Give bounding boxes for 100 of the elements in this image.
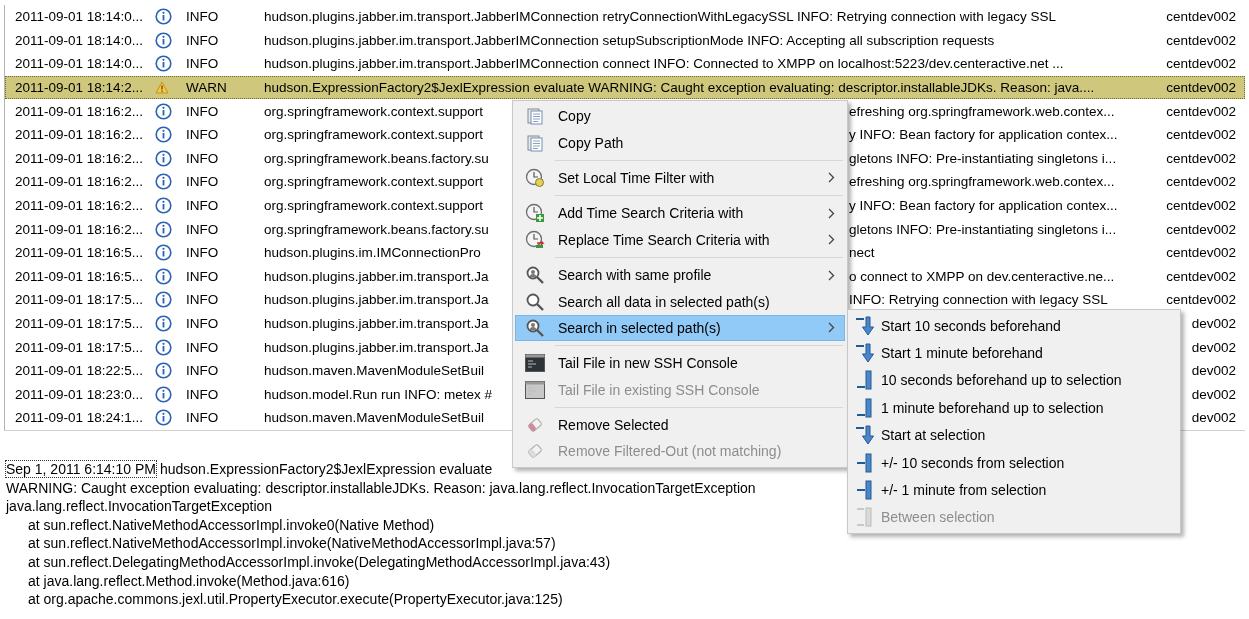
- menu-item[interactable]: Copy: [515, 103, 845, 130]
- magnifier-person-icon: [525, 317, 545, 338]
- level-cell-text: WARN: [186, 80, 228, 96]
- host-cell: centdev002: [1166, 268, 1236, 284]
- host-cell: centdev002: [1166, 245, 1236, 261]
- clipboard-icon: [527, 107, 543, 126]
- level-cell-text: INFO: [186, 198, 220, 214]
- host-cell: centdev002: [1166, 198, 1236, 214]
- time-cell-text: 2011-09-01 18:24:1...: [15, 410, 145, 426]
- log-message-line: java.lang.reflect.InvocationTargetException: [6, 498, 273, 515]
- menu-item[interactable]: Set Local Time Filter with: [515, 164, 845, 192]
- clock-icon: [525, 167, 545, 188]
- menu-item[interactable]: 1 minute beforehand up to selection: [850, 394, 1178, 422]
- message-cell-text: org.springframework.beans.factory.su: [264, 150, 490, 166]
- info-icon: [155, 291, 172, 309]
- message-cell: hudson.plugins.jabber.im.transport.Ja: [264, 316, 489, 331]
- chevron-icon: [827, 207, 835, 219]
- log-heading: hudson.ExpressionFactory2$JexlExpression evaluate: [159, 461, 493, 477]
- menu-item[interactable]: +/- 10 seconds from selection: [850, 448, 1178, 477]
- level-cell-text: INFO: [186, 221, 220, 237]
- level-cell-text: INFO: [186, 410, 220, 426]
- warning-icon: [155, 81, 169, 95]
- level-cell-text: INFO: [186, 103, 220, 119]
- level-cell-text: INFO: [186, 339, 220, 355]
- log-message-line: WARNING: Caught exception evaluating: descriptor.installableJDKs. Reason: java.lang.reflect.InvocationTargetException: [6, 479, 756, 496]
- message-cell-text: org.springframework.beans.factory.su: [264, 221, 490, 237]
- host-cell: dev002: [1191, 363, 1236, 379]
- message-cell: nect: [849, 245, 875, 261]
- menu-item[interactable]: Tail File in new SSH Console: [515, 350, 845, 377]
- time-cell-text: 2011-09-01 18:16:5...: [15, 268, 145, 284]
- level-cell-text: INFO: [186, 56, 220, 72]
- menu-item[interactable]: +/- 1 minute from selection: [850, 476, 1178, 504]
- host-cell: dev002: [1191, 386, 1236, 402]
- message-cell: gletons INFO: Pre-instantiating singletons i...: [849, 221, 1117, 237]
- host-cell: centdev002: [1166, 103, 1236, 119]
- message-cell: hudson.model.Run run INFO: metex #: [264, 386, 493, 402]
- info-icon: [155, 244, 172, 262]
- chevron-icon: [827, 172, 835, 184]
- timestamp-text: Sep 1, 2011 6:14:10 PM: [6, 461, 156, 477]
- level-cell-text: INFO: [186, 268, 220, 284]
- message-cell-text: org.springframework.context.support: [264, 198, 485, 214]
- chevron-icon: [827, 269, 835, 281]
- message-cell: hudson.maven.MavenModuleSetBuil: [264, 363, 484, 379]
- message-cell: hudson.plugins.jabber.im.transport.Ja: [264, 339, 489, 355]
- menu-item[interactable]: Start at selection: [850, 421, 1178, 449]
- down-arrow-icon: [855, 424, 877, 447]
- time-cell-text: 2011-09-01 18:17:5...: [15, 339, 145, 355]
- search-icon: [525, 291, 545, 312]
- clipboard-icon: [527, 133, 543, 152]
- menu-item[interactable]: Start 1 minute beforehand: [850, 339, 1178, 367]
- stack-trace-line: at sun.reflect.DelegatingMethodAccessorImpl.invoke(DelegatingMethodAccessorImpl.java:43): [28, 553, 611, 570]
- menu-item[interactable]: Search all data in selected path(s): [515, 288, 845, 315]
- time-cell-text: 2011-09-01 18:16:2...: [15, 198, 145, 214]
- info-icon: [155, 385, 172, 403]
- info-icon: [155, 149, 172, 167]
- menu-item[interactable]: 10 seconds beforehand up to selection: [850, 366, 1178, 395]
- time-cell-text: 2011-09-01 18:17:5...: [15, 316, 145, 331]
- menu-item[interactable]: Add Time Search Criteria with: [515, 200, 845, 227]
- level-cell-text: INFO: [186, 363, 220, 379]
- level-cell-text: INFO: [186, 9, 220, 25]
- stack-trace-line: at sun.reflect.NativeMethodAccessorImpl.invoke0(Native Method): [28, 516, 435, 533]
- time-cell-text: 2011-09-01 18:16:2...: [15, 127, 145, 143]
- menu-item[interactable]: Start 10 seconds beforehand: [850, 312, 1178, 340]
- message-cell: hudson.plugins.jabber.im.transport.JabberIMConnection connect INFO: Connected to XMPP on localhost:5223/dev.centeractive.net ...: [264, 56, 1064, 72]
- menu-item[interactable]: Search in selected path(s): [515, 314, 845, 342]
- message-cell: efreshing org.springframework.web.contex...: [849, 103, 1115, 119]
- time-cell-text: 2011-09-01 18:16:2...: [15, 103, 145, 119]
- stack-trace-line: at sun.reflect.NativeMethodAccessorImpl.invoke(NativeMethodAccessorImpl.java:57): [28, 535, 556, 552]
- message-cell: y INFO: Bean factory for application contex...: [849, 198, 1118, 214]
- message-cell: efreshing org.springframework.web.contex...: [849, 174, 1115, 190]
- level-cell-text: INFO: [186, 174, 220, 190]
- chevron-icon: [827, 234, 835, 246]
- clock-plus-icon: [525, 203, 545, 224]
- menu-item[interactable]: Replace Time Search Criteria with: [515, 226, 845, 253]
- host-cell: dev002: [1191, 339, 1236, 355]
- info-icon: [155, 55, 172, 73]
- terminal-icon: [525, 354, 545, 373]
- info-icon: [155, 362, 172, 380]
- info-icon: [155, 126, 172, 144]
- info-icon: [155, 338, 172, 356]
- message-cell: y INFO: Bean factory for application contex...: [849, 127, 1118, 143]
- host-cell: centdev002: [1166, 9, 1236, 25]
- time-cell-text: 2011-09-01 18:14:0...: [15, 32, 145, 48]
- menu-item[interactable]: Remove Selected: [515, 411, 845, 439]
- level-cell-text: INFO: [186, 386, 220, 402]
- selected-row[interactable]: 2011-09-01 18:14:2... WARN hudson.ExpressionFactory2$JexlExpression evaluate WARNING: Caught exception evaluating: descriptor.installableJDKs. Reason: java.... centdev002: [5, 75, 1245, 100]
- time-cell-text: 2011-09-01 18:22:5...: [15, 363, 145, 379]
- message-cell-text: hudson.plugins.jabber.im.transport.Ja: [264, 292, 490, 308]
- host-cell: centdev002: [1166, 221, 1236, 237]
- menu-item[interactable]: Copy Path: [515, 129, 845, 156]
- menu-item[interactable]: Search with same profile: [515, 261, 845, 289]
- stack-trace-line: at java.lang.reflect.Method.invoke(Method.java:616): [28, 572, 350, 589]
- message-cell: hudson.maven.MavenModuleSetBuil: [264, 410, 484, 426]
- level-cell-text: INFO: [186, 127, 220, 143]
- down-arrow-icon: [855, 342, 877, 365]
- time-cell-text: 2011-09-01 18:14:2...: [15, 80, 145, 96]
- message-cell: INFO: Retrying connection with legacy SSL: [849, 292, 1108, 308]
- chevron-icon: [827, 322, 835, 334]
- level-cell-text: INFO: [186, 150, 220, 166]
- magnifier-person-icon: [525, 265, 545, 286]
